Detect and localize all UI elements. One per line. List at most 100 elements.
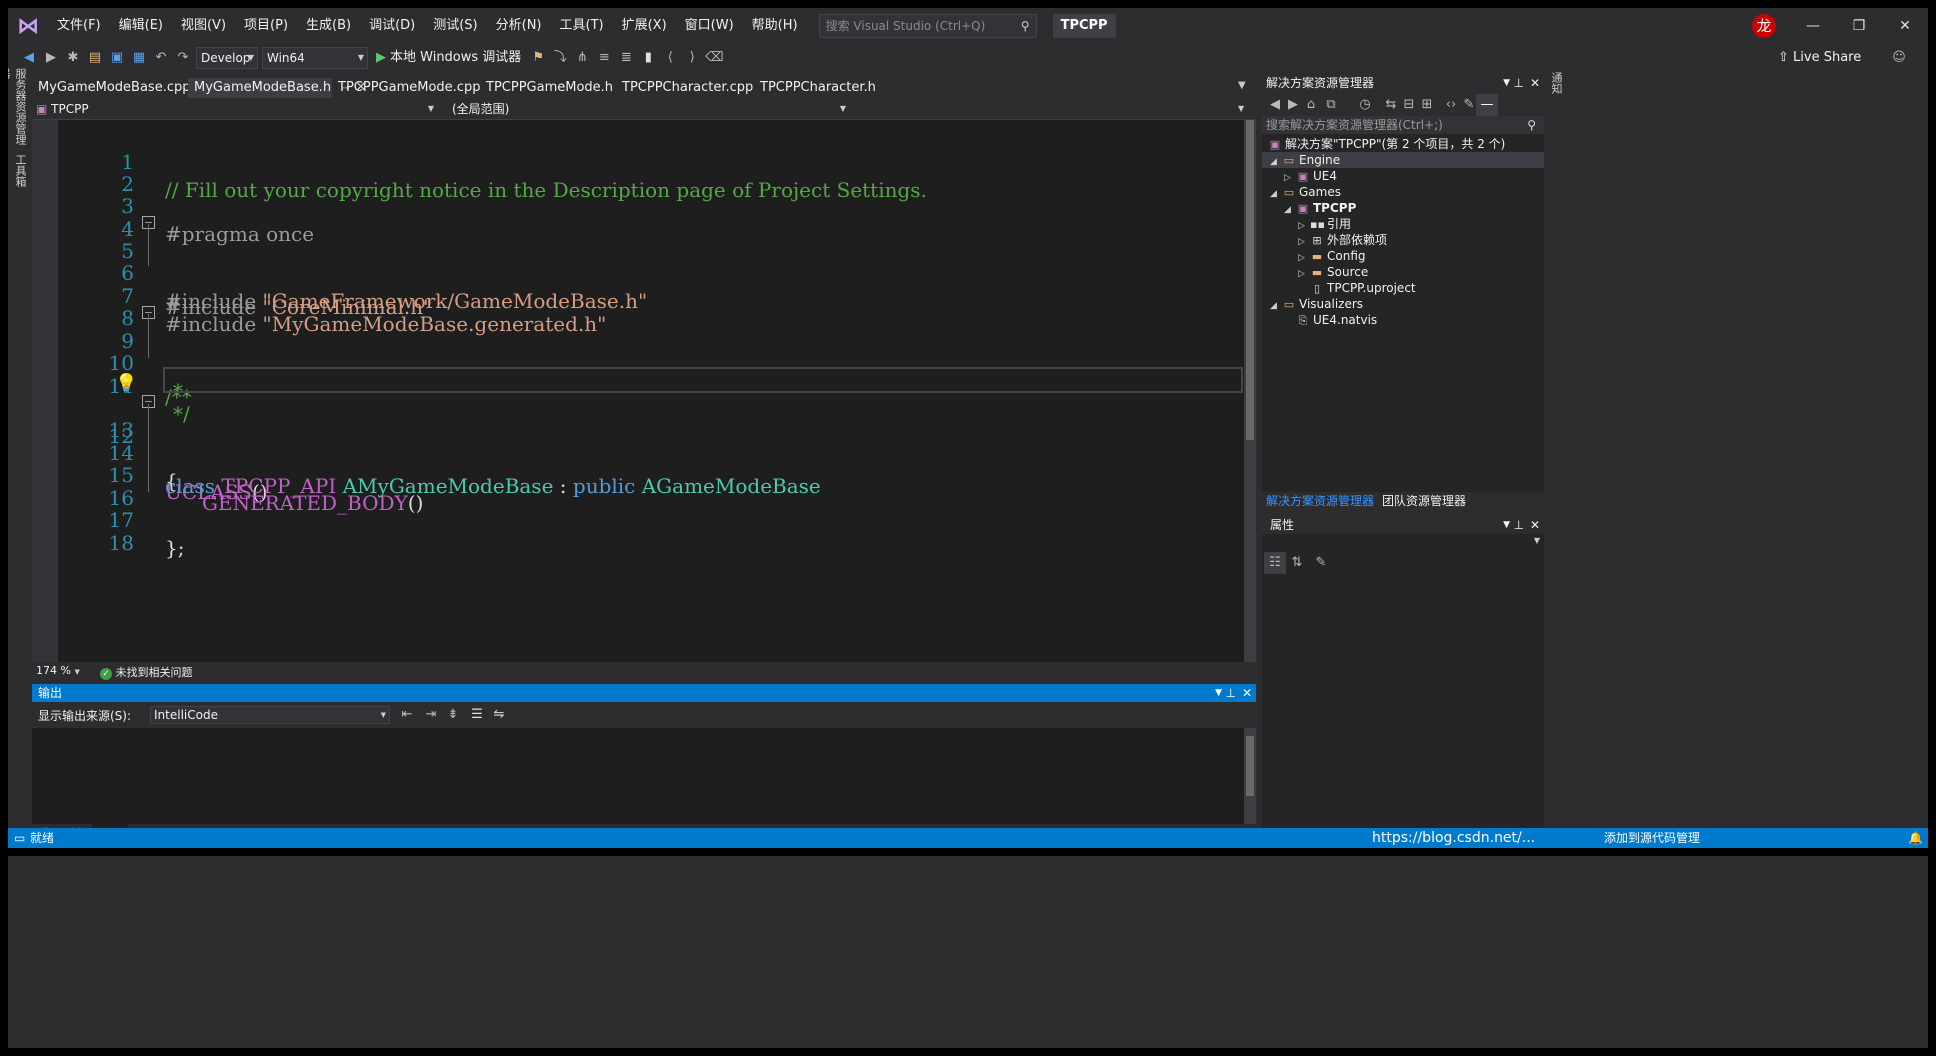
close-panel-icon[interactable]: ✕ [1530, 516, 1540, 534]
home-icon[interactable]: ⌂ [1300, 94, 1322, 116]
scrollbar-thumb[interactable] [1246, 120, 1254, 440]
tab-team-explorer[interactable]: 团队资源管理器 [1378, 492, 1470, 510]
chevron-down-icon[interactable]: ▼ [1215, 684, 1222, 702]
toolbox-tab[interactable]: 工具箱 [12, 154, 28, 194]
output-text-area[interactable] [32, 728, 1256, 824]
notifications-tab[interactable]: 通知 [1548, 72, 1564, 112]
menu-file[interactable]: 文件(F) [48, 8, 110, 44]
menu-window[interactable]: 窗口(W) [676, 8, 743, 44]
zoom-level-dropdown[interactable]: 174 % ▼ [36, 664, 80, 677]
member-dropdown[interactable]: ▼ [1238, 100, 1252, 118]
menu-tools[interactable]: 工具(T) [551, 8, 613, 44]
user-avatar[interactable]: 龙 [1752, 14, 1776, 38]
configuration-dropdown[interactable]: Develop ▼ [196, 47, 258, 69]
feedback-icon[interactable]: ☺ [1888, 47, 1910, 69]
step-icon[interactable]: ⤵ [549, 47, 571, 69]
project-dropdown[interactable]: ▣ TPCPP ▼ [36, 100, 438, 118]
tree-engine-node[interactable]: ◢ ▭ Engine [1262, 152, 1544, 168]
output-scrollbar[interactable] [1244, 728, 1256, 824]
open-folder-icon[interactable]: ▤ [84, 47, 106, 69]
forward-icon[interactable]: ▶ [40, 47, 62, 69]
chevron-down-icon[interactable]: ▼ [1503, 516, 1510, 534]
menu-help[interactable]: 帮助(H) [743, 8, 807, 44]
save-icon[interactable]: ▣ [106, 47, 128, 69]
scrollbar-thumb[interactable] [1246, 736, 1254, 796]
tab-tpcppgamemode-h[interactable]: TPCPPGameMode.h [480, 78, 616, 98]
tab-overflow-icon[interactable]: ▼ [1238, 80, 1246, 91]
show-all-files-icon[interactable]: ⊞ [1416, 94, 1438, 116]
tab-tpcppgamemode-cpp[interactable]: TPCPPGameMode.cpp [332, 78, 480, 98]
add-to-source-control-button[interactable]: 添加到源代码管理 [1604, 828, 1700, 848]
pin-icon[interactable]: ⊥ [1514, 516, 1524, 534]
attach-icon[interactable]: ⚑ [527, 47, 549, 69]
output-source-dropdown[interactable]: IntelliCode ▼ [150, 706, 390, 724]
hierarchy-icon[interactable]: ⋔ [571, 47, 593, 69]
tab-mygamemodebase-cpp[interactable]: MyGameModeBase.cpp [32, 78, 190, 98]
menu-analyze[interactable]: 分析(N) [487, 8, 551, 44]
tree-external-deps-node[interactable]: ▷ ⊞ 外部依赖项 [1298, 232, 1387, 248]
start-debugging-button[interactable]: ▶ 本地 Windows 调试器 [370, 47, 527, 69]
close-panel-icon[interactable]: ✕ [1242, 684, 1252, 702]
solution-search-input[interactable]: 搜索解决方案资源管理器(Ctrl+;) ⚲ [1262, 116, 1544, 134]
tree-games-node[interactable]: ◢ ▭ Games [1270, 184, 1341, 200]
redo-icon[interactable]: ↷ [172, 47, 194, 69]
tab-tpcppcharacter-cpp[interactable]: TPCPPCharacter.cpp [616, 78, 754, 98]
word-wrap-icon[interactable]: ⇋ [488, 704, 510, 726]
minimize-icon[interactable]: — [1790, 8, 1836, 44]
tab-tpcppcharacter-h[interactable]: TPCPPCharacter.h [754, 78, 884, 98]
categorized-icon[interactable]: ☷ [1264, 552, 1286, 574]
menu-extensions[interactable]: 扩展(X) [613, 8, 676, 44]
quick-launch-search[interactable]: 搜索 Visual Studio (Ctrl+Q) ⚲ [818, 14, 1037, 38]
tree-config-node[interactable]: ▷ ▬ Config [1298, 248, 1366, 264]
tree-references-node[interactable]: ▷ ▪▪ 引用 [1298, 216, 1351, 232]
goto-prev-icon[interactable]: ⇤ [396, 704, 418, 726]
alphabetical-icon[interactable]: ⇅ [1286, 552, 1308, 574]
menu-build[interactable]: 生成(B) [297, 8, 360, 44]
scope-dropdown[interactable]: (全局范围) ▼ [452, 100, 850, 118]
tab-solution-explorer[interactable]: 解决方案资源管理器 [1262, 492, 1378, 510]
pin-icon[interactable]: ⊥ [1226, 684, 1236, 702]
issues-indicator[interactable]: ✓ 未找到相关问题 [100, 664, 193, 680]
server-explorer-tab[interactable]: 服务器资源管理器 [8, 68, 28, 148]
menu-project[interactable]: 项目(P) [235, 8, 297, 44]
goto-next-icon[interactable]: ⇥ [420, 704, 442, 726]
tree-uproject-node[interactable]: ▯ TPCPP.uproject [1310, 280, 1416, 296]
outdent-icon[interactable]: ≡ [593, 47, 615, 69]
chevron-down-icon[interactable]: ▼ [1534, 536, 1540, 545]
tab-mygamemodebase-h[interactable]: MyGameModeBase.h ⊸ ✕ [188, 78, 366, 98]
save-all-icon[interactable]: ▦ [128, 47, 150, 69]
menu-view[interactable]: 视图(V) [172, 8, 235, 44]
tree-natvis-node[interactable]: ⎘ UE4.natvis [1296, 312, 1378, 328]
tree-tpcpp-node[interactable]: ◢ ▣ TPCPP [1284, 200, 1356, 216]
preview-icon[interactable]: — [1476, 94, 1498, 116]
live-share-button[interactable]: ⇧ Live Share [1778, 44, 1861, 72]
tree-solution-node[interactable]: ▣ 解决方案"TPCPP"(第 2 个项目，共 2 个) [1268, 136, 1506, 152]
platform-dropdown[interactable]: Win64 ▼ [262, 47, 368, 69]
restore-icon[interactable]: ❐ [1836, 8, 1882, 44]
tree-visualizers-node[interactable]: ◢ ▭ Visualizers [1270, 296, 1363, 312]
new-project-icon[interactable]: ✱ [62, 47, 84, 69]
bookmark-icon[interactable]: ▮ [637, 47, 659, 69]
tree-ue4-node[interactable]: ▷ ▣ UE4 [1284, 168, 1337, 184]
switch-views-icon[interactable]: ⧉ [1320, 94, 1342, 116]
close-window-icon[interactable]: ✕ [1882, 8, 1928, 44]
menu-edit[interactable]: 编辑(E) [110, 8, 172, 44]
indent-icon[interactable]: ≣ [615, 47, 637, 69]
bookmark-next-icon[interactable]: ⟩ [681, 47, 703, 69]
undo-icon[interactable]: ↶ [150, 47, 172, 69]
bookmark-prev-icon[interactable]: ⟨ [659, 47, 681, 69]
pending-changes-icon[interactable]: ◷ [1354, 94, 1376, 116]
editor-vertical-scrollbar[interactable] [1244, 120, 1256, 662]
back-icon[interactable]: ◀ [18, 47, 40, 69]
bookmark-clear-icon[interactable]: ⌫ [703, 47, 725, 69]
property-pages-icon[interactable]: ✎ [1310, 552, 1332, 574]
clear-all-icon[interactable]: ☰ [466, 704, 488, 726]
close-panel-icon[interactable]: ✕ [1530, 74, 1540, 92]
pin-icon[interactable]: ⊥ [1514, 74, 1524, 92]
chevron-down-icon[interactable]: ▼ [1503, 74, 1510, 92]
menu-debug[interactable]: 调试(D) [360, 8, 424, 44]
menu-test[interactable]: 测试(S) [424, 8, 486, 44]
find-icon[interactable]: ⇟ [442, 704, 464, 726]
code-editor[interactable]: 1 // Fill out your copyright notice in t… [32, 120, 1256, 662]
notification-bell-icon[interactable]: 🔔 [1908, 828, 1923, 848]
